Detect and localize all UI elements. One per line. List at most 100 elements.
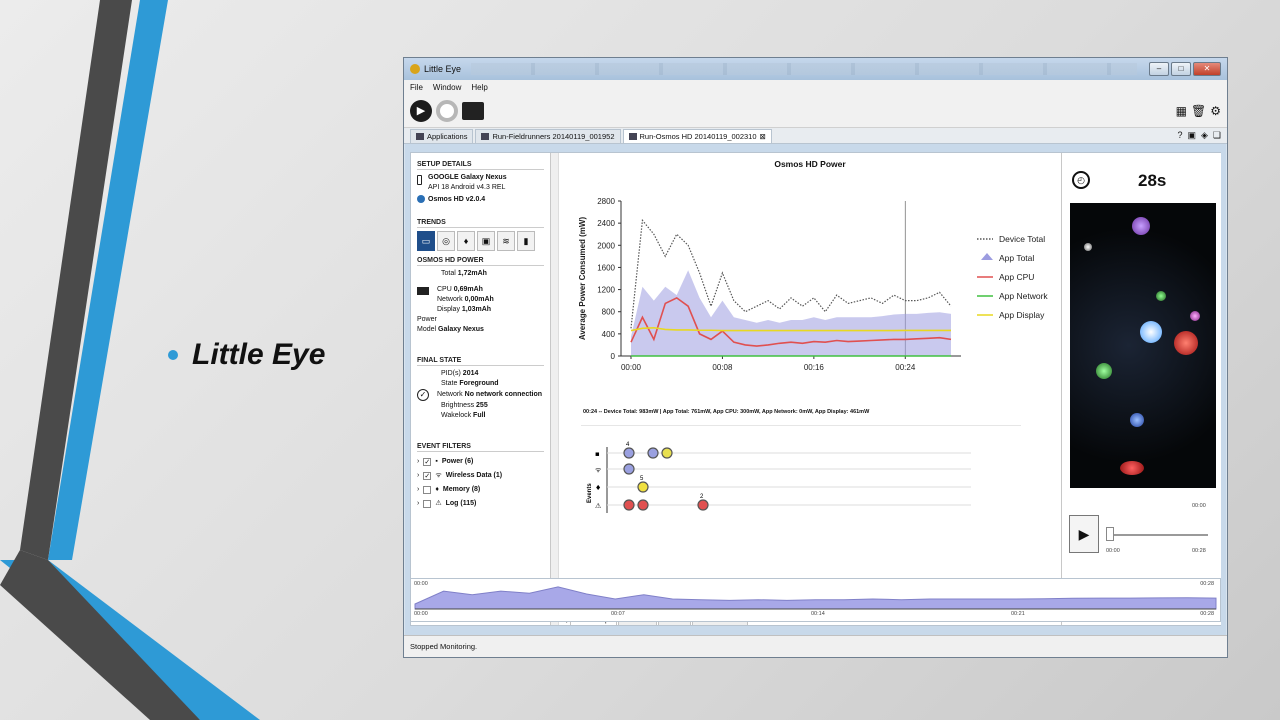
details-sidebar: SETUP DETAILS GOOGLE Galaxy Nexus API 18… — [411, 153, 551, 625]
y-tick-label: 2400 — [597, 219, 615, 228]
video-slider-track[interactable] — [1108, 534, 1208, 536]
chart-icon — [628, 133, 637, 140]
timeline-tick: 00:14 — [811, 611, 825, 617]
x-tick-label: 00:16 — [804, 363, 825, 372]
tab-run-fieldrunners[interactable]: Run-Fieldrunners 20140119_001952 — [475, 129, 621, 143]
event-row-icon: ᯤ — [595, 466, 602, 474]
window-titlebar[interactable]: Little Eye – □ ✕ — [404, 58, 1227, 80]
memory-filter-icon: ♦ — [435, 486, 439, 493]
save-icon[interactable]: ▣ — [1187, 130, 1196, 141]
memory-icon[interactable]: ≋ — [497, 231, 515, 251]
tab-actions: ? ▣ ◈ ❏ — [1177, 130, 1227, 141]
expand-icon[interactable]: › — [417, 483, 419, 497]
wakelock-row: Wakelock Full — [441, 412, 486, 419]
close-tab-icon[interactable]: ⊠ — [760, 132, 766, 141]
filter-wireless[interactable]: › ✓ ᯤ Wireless Data (1) — [417, 469, 544, 483]
legend-label: App CPU — [999, 272, 1034, 282]
legend-swatch — [981, 253, 993, 260]
filter-power-checkbox[interactable]: ✓ — [423, 458, 432, 466]
settings-icon[interactable]: ⚙ — [1210, 104, 1221, 118]
log-event-marker — [697, 499, 709, 511]
start-monitoring-button[interactable]: ▶ — [410, 99, 432, 122]
expand-icon[interactable]: › — [417, 469, 419, 483]
timeline-tick: 00:28 — [1200, 611, 1214, 617]
sd-icon[interactable]: ▮ — [517, 231, 535, 251]
trash-icon[interactable]: 🗑 — [1191, 104, 1206, 118]
graph-panel: Osmos HD Power 0 400 800 1200 1600 2000 2400 28… — [561, 153, 1059, 625]
timeline-tick: 00:21 — [1011, 611, 1025, 617]
battery-icon[interactable]: ▭ — [417, 231, 435, 251]
bullet-dot — [168, 350, 178, 360]
final-state-header: FINAL STATE — [417, 357, 544, 366]
bullet-item: Little Eye — [168, 338, 325, 372]
editor-tabs: Applications Run-Fieldrunners 20140119_0… — [404, 128, 1227, 144]
legend-label: App Display — [999, 310, 1045, 320]
app-icon — [417, 195, 425, 204]
tab-applications[interactable]: Applications — [410, 129, 474, 143]
menu-help[interactable]: Help — [471, 83, 487, 92]
filter-memory[interactable]: › ♦ Memory (8) — [417, 483, 544, 497]
video-slider-handle[interactable] — [1106, 527, 1114, 541]
expand-icon[interactable]: › — [417, 497, 419, 511]
filter-memory-checkbox[interactable] — [423, 486, 432, 494]
video-play-button[interactable]: ▶ — [1069, 515, 1099, 553]
legend-label: App Network — [999, 291, 1048, 301]
video-panel: ◴ 28s ▶ 00:00 00:00 00:28 — [1061, 153, 1221, 625]
network-value: 0,00mAh — [464, 296, 494, 303]
device-name: GOOGLE Galaxy Nexus — [428, 174, 507, 181]
warning-icon: ⚠ — [435, 500, 442, 507]
power-event-marker — [623, 447, 635, 459]
x-tick-label: 00:00 — [621, 363, 642, 372]
power-chart[interactable]: 0 400 800 1200 1600 2000 2400 2800 00:00 00:08 00:… — [561, 169, 1059, 399]
help-icon[interactable]: ? — [1177, 130, 1182, 141]
filter-wireless-checkbox[interactable]: ✓ — [423, 472, 432, 480]
chip-icon[interactable]: ▣ — [477, 231, 495, 251]
game-orb — [1156, 291, 1166, 301]
minimize-button[interactable]: – — [1149, 62, 1169, 76]
menu-window[interactable]: Window — [433, 83, 461, 92]
report-icon[interactable]: ❏ — [1213, 130, 1221, 141]
maximize-button[interactable]: □ — [1171, 62, 1191, 76]
bullet-text: Little Eye — [192, 338, 326, 371]
stop-monitoring-button[interactable] — [436, 99, 458, 122]
close-button[interactable]: ✕ — [1193, 62, 1221, 76]
power-event-marker — [647, 447, 659, 459]
battery-small-icon — [417, 287, 429, 295]
event-row-icon: ▪ — [595, 450, 600, 458]
state-row: State Foreground — [441, 380, 499, 387]
x-tick-label: 00:24 — [895, 363, 916, 372]
filter-log[interactable]: › ⚠ Log (115) — [417, 497, 544, 511]
drop-icon[interactable]: ♦ — [457, 231, 475, 251]
setup-details-header: SETUP DETAILS — [417, 161, 544, 170]
grid-icon[interactable]: ▦ — [1176, 104, 1187, 118]
y-axis-label: Average Power Consumed (mW) — [578, 217, 587, 341]
little-eye-logo-icon — [410, 64, 420, 74]
cpu-value: 0,69mAh — [453, 286, 483, 293]
menu-file[interactable]: File — [410, 83, 423, 92]
device-api: API 18 Android v4.3 REL — [428, 184, 506, 191]
toolbar-right: ▦ 🗑 ⚙ — [1176, 104, 1221, 118]
overview-timeline[interactable]: 00:00 00:28 00:00 00:07 00:14 00:21 00:2… — [410, 578, 1221, 622]
timeline-tick: 00:07 — [611, 611, 625, 617]
filter-log-checkbox[interactable] — [423, 500, 432, 508]
open-folder-button[interactable] — [462, 101, 484, 120]
game-orb — [1120, 461, 1144, 475]
tab-run-osmos[interactable]: Run-Osmos HD 20140119_002310 ⊠ — [622, 129, 772, 143]
background-tabs — [471, 63, 1137, 75]
memory-event-marker — [637, 481, 649, 493]
power-filter-icon: ▪ — [435, 458, 438, 465]
export-icon[interactable]: ◈ — [1201, 130, 1208, 141]
app-window: Little Eye – □ ✕ File Window Help ▶ ▦ 🗑 … — [403, 57, 1228, 658]
expand-icon[interactable]: › — [417, 455, 419, 469]
events-graph[interactable]: Events ▪ ᯤ ♦ ⚠ 4 5 2 — [561, 425, 1059, 535]
wifi-icon[interactable]: ◎ — [437, 231, 455, 251]
y-tick-label: 1600 — [597, 263, 615, 272]
video-time-start: 00:00 — [1106, 548, 1120, 554]
game-orb — [1174, 331, 1198, 355]
window-title: Little Eye — [424, 64, 462, 74]
event-filters-header: EVENT FILTERS — [417, 443, 544, 452]
sidebar-scrollbar[interactable] — [551, 153, 559, 625]
chart-icon — [481, 133, 490, 140]
event-count-label: 4 — [626, 442, 630, 448]
filter-power[interactable]: › ✓ ▪ Power (6) — [417, 455, 544, 469]
